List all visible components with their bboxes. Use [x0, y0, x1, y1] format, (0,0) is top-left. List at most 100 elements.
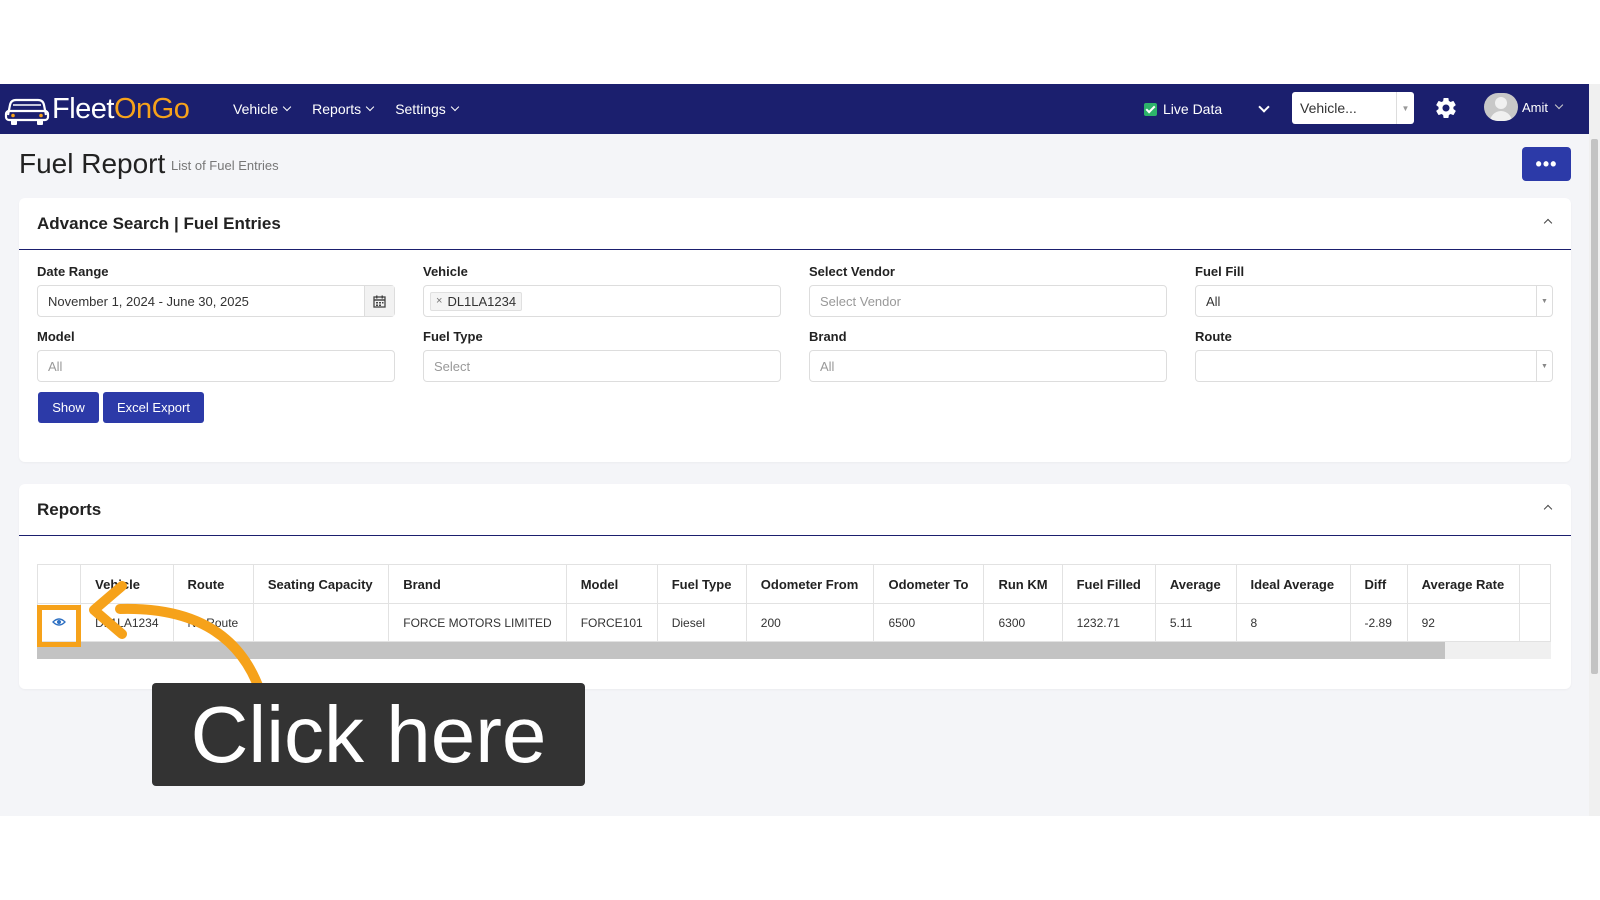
highlight-box [37, 605, 81, 647]
brand-select[interactable]: All [809, 350, 1167, 382]
col-fuel-type[interactable]: Fuel Type [656, 564, 747, 604]
chevron-down-icon [365, 102, 375, 112]
brand-filter-group: Brand All [809, 329, 1167, 382]
advance-search-card: Advance Search | Fuel Entries Date Range… [19, 198, 1571, 462]
vehicle-filter-group: Vehicle × DL1LA1234 [423, 264, 781, 317]
route-filter-group: Route ▼ [1195, 329, 1553, 382]
collapse-chevron-up-icon[interactable] [1543, 218, 1553, 228]
cell-odometer-from: 200 [745, 603, 875, 642]
click-here-callout: Click here [152, 683, 585, 786]
vendor-filter-label: Select Vendor [809, 264, 895, 279]
fuel-fill-label: Fuel Fill [1195, 264, 1245, 279]
model-filter-group: Model All [37, 329, 395, 382]
col-odometer-to[interactable]: Odometer To [873, 564, 985, 604]
remove-tag-icon[interactable]: × [436, 295, 442, 307]
dropdown-arrow-icon: ▼ [1396, 92, 1414, 124]
top-navbar: FleetOnGo Vehicle Reports Settings Live … [0, 84, 1589, 134]
model-select[interactable]: All [37, 350, 395, 382]
route-select[interactable]: ▼ [1195, 350, 1553, 382]
cell-model: FORCE101 [565, 603, 658, 642]
col-average-rate[interactable]: Average Rate [1406, 564, 1521, 604]
col-diff[interactable]: Diff [1349, 564, 1408, 604]
more-options-button[interactable]: ••• [1522, 147, 1571, 181]
col-brand[interactable]: Brand [388, 564, 567, 604]
page-subtitle: List of Fuel Entries [171, 158, 279, 173]
calendar-button[interactable] [364, 286, 394, 316]
nav-settings-menu[interactable]: Settings [384, 84, 469, 134]
gear-icon[interactable] [1434, 96, 1458, 120]
reports-title: Reports [37, 499, 102, 519]
vendor-placeholder: Select Vendor [820, 293, 901, 309]
nav-vehicle-menu[interactable]: Vehicle [222, 84, 301, 134]
fuel-fill-group: Fuel Fill All ▼ [1195, 264, 1553, 317]
nav-settings-label: Settings [395, 101, 446, 117]
date-range-input[interactable]: November 1, 2024 - June 30, 2025 [37, 285, 395, 317]
vehicle-filter-input[interactable]: × DL1LA1234 [423, 285, 781, 317]
vehicle-tag: × DL1LA1234 [430, 291, 523, 311]
col-odometer-from[interactable]: Odometer From [745, 564, 875, 604]
nav-reports-menu[interactable]: Reports [301, 84, 384, 134]
collapse-chevron-up-icon[interactable] [1543, 504, 1553, 514]
page-scrollbar-thumb[interactable] [1591, 139, 1598, 674]
brand-filter-label: Brand [809, 329, 847, 344]
show-button[interactable]: Show [38, 392, 99, 423]
callout-text: Click here [190, 689, 547, 779]
advance-search-title: Advance Search | Fuel Entries [37, 213, 281, 233]
col-actions [37, 564, 82, 604]
chevron-down-icon [1554, 100, 1564, 110]
col-average[interactable]: Average [1154, 564, 1237, 604]
vendor-select[interactable]: Select Vendor [809, 285, 1167, 317]
fuel-type-select[interactable]: Select [423, 350, 781, 382]
date-range-label: Date Range [37, 264, 109, 279]
cell-fuel-type: Diesel [656, 603, 747, 642]
live-data-toggle[interactable]: Live Data [1144, 101, 1222, 117]
model-placeholder: All [48, 358, 63, 374]
live-data-chevron-down-icon[interactable] [1258, 101, 1270, 113]
chevron-down-icon [282, 102, 292, 112]
col-ideal-average[interactable]: Ideal Average [1235, 564, 1351, 604]
fuel-type-group: Fuel Type Select [423, 329, 781, 382]
dropdown-arrow-icon: ▼ [1536, 351, 1552, 381]
col-run-km[interactable]: Run KM [983, 564, 1063, 604]
logo-text-ongo: OnGo [113, 92, 190, 125]
calendar-icon [373, 295, 386, 308]
user-name: Amit [1522, 99, 1548, 115]
live-data-label: Live Data [1163, 101, 1223, 117]
car-logo-icon [4, 98, 50, 125]
dropdown-arrow-icon: ▼ [1536, 286, 1552, 316]
col-model[interactable]: Model [565, 564, 658, 604]
cell-extra [1519, 603, 1551, 642]
vehicle-filter-label: Vehicle [423, 264, 468, 279]
excel-export-button[interactable]: Excel Export [103, 392, 204, 423]
reports-header[interactable]: Reports [19, 484, 1571, 536]
live-data-checkbox[interactable] [1144, 102, 1157, 116]
advance-search-header[interactable]: Advance Search | Fuel Entries [19, 198, 1571, 250]
vehicle-tag-label: DL1LA1234 [447, 293, 517, 309]
cell-ideal-average: 8 [1235, 603, 1351, 642]
model-filter-label: Model [37, 329, 75, 344]
logo[interactable]: FleetOnGo [4, 91, 202, 127]
user-menu[interactable]: Amit [1484, 93, 1564, 121]
vehicle-select-value: Vehicle... [1300, 100, 1357, 116]
page-scrollbar[interactable] [1589, 84, 1600, 816]
logo-text-fleet: Fleet [52, 92, 114, 125]
show-button-label: Show [52, 400, 85, 415]
fuel-fill-select[interactable]: All ▼ [1195, 285, 1553, 317]
date-range-value: November 1, 2024 - June 30, 2025 [48, 293, 249, 309]
fuel-type-placeholder: Select [434, 358, 471, 374]
vehicle-select[interactable]: Vehicle... ▼ [1292, 92, 1414, 124]
more-options-icon: ••• [1535, 153, 1558, 174]
cell-average-rate: 92 [1406, 603, 1521, 642]
main-menu: Vehicle Reports Settings [222, 84, 469, 134]
route-filter-label: Route [1195, 329, 1232, 344]
nav-vehicle-label: Vehicle [233, 101, 279, 117]
vendor-filter-group: Select Vendor Select Vendor [809, 264, 1167, 317]
cell-run-km: 6300 [983, 603, 1063, 642]
page-title: Fuel Report [19, 148, 166, 179]
date-range-group: Date Range November 1, 2024 - June 30, 2… [37, 264, 395, 317]
cell-diff: -2.89 [1349, 603, 1408, 642]
excel-export-label: Excel Export [117, 400, 190, 415]
logo-text: FleetOnGo [52, 92, 190, 126]
col-fuel-filled[interactable]: Fuel Filled [1061, 564, 1156, 604]
fuel-type-label: Fuel Type [423, 329, 483, 344]
